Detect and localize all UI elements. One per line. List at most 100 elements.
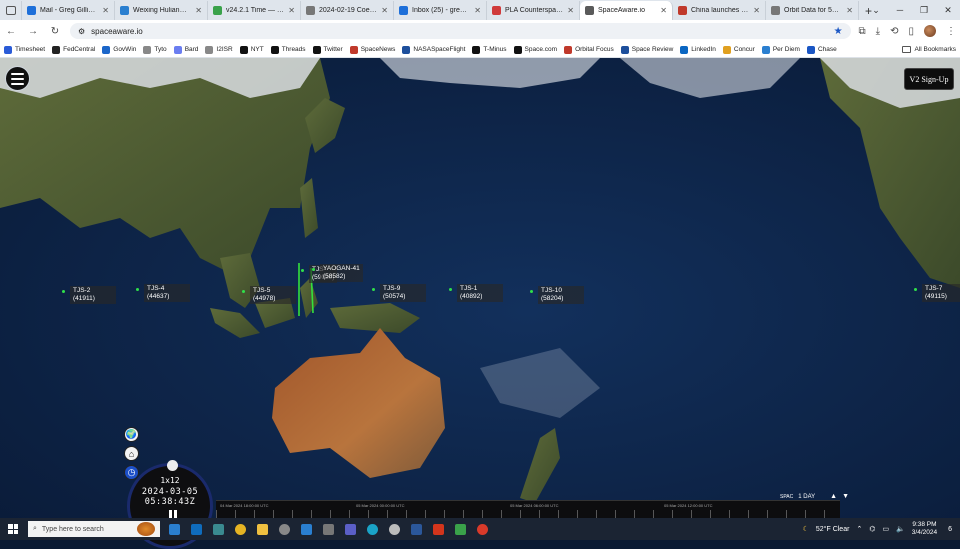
clock-area[interactable]: 9:38 PM 3/4/2024 [912, 521, 937, 537]
more-menu-icon[interactable]: ⋮ [946, 26, 956, 37]
side-panel-icon[interactable]: ▯ [908, 26, 914, 37]
teams-icon[interactable] [342, 521, 358, 537]
browser-tab[interactable]: Inbox (25) - gregory ✕ [394, 1, 487, 20]
forward-icon[interactable]: → [26, 24, 40, 38]
back-icon[interactable]: ← [4, 24, 18, 38]
satellite-marker[interactable]: TJS-7 (49115) [914, 284, 960, 302]
close-tab-icon[interactable]: ✕ [567, 6, 574, 15]
sharepoint-icon[interactable] [210, 521, 226, 537]
bookmark-item[interactable]: Timesheet [4, 45, 45, 54]
url-field[interactable]: ⚙ spaceaware.io ★ [70, 23, 851, 39]
outlook-icon[interactable] [188, 521, 204, 537]
satellite-marker[interactable]: TJS-5 (44978) [242, 286, 296, 304]
close-tab-icon[interactable]: ✕ [195, 6, 202, 15]
download-icon[interactable]: ⤓ [876, 26, 880, 37]
bookmark-item[interactable]: I2ISR [205, 45, 233, 54]
close-tab-icon[interactable]: ✕ [102, 6, 109, 15]
bookmark-item[interactable]: GovWin [102, 45, 136, 54]
chat-icon[interactable] [386, 521, 402, 537]
bookmark-item[interactable]: NYT [239, 45, 264, 54]
browser-tab[interactable]: SpaceAware.io ✕ [580, 1, 673, 20]
bookmark-item[interactable]: Space.com [513, 45, 557, 54]
windows-start-icon[interactable] [8, 524, 18, 534]
bookmark-item[interactable]: SpaceNews [349, 45, 395, 54]
timeline-bar[interactable]: 04 Mar 2024 18:00:00 UTC 05 Mar 2024 00:… [216, 500, 840, 518]
edge-icon[interactable] [364, 521, 380, 537]
browser-tab[interactable]: Orbit Data for 59020 ✕ [766, 1, 859, 20]
tab-actions-icon[interactable] [0, 1, 22, 20]
browser-tab[interactable]: Weixing Hulianwan C✕ [115, 1, 208, 20]
close-tab-icon[interactable]: ✕ [753, 6, 760, 15]
chrome-icon[interactable] [232, 521, 248, 537]
paint-icon[interactable] [452, 521, 468, 537]
browser-tab[interactable]: Mail - Greg Gillinger ✕ [22, 1, 115, 20]
bookmark-item[interactable]: LinkedIn [680, 45, 716, 54]
maximize-icon[interactable]: ❐ [912, 0, 936, 20]
chevron-down-icon[interactable]: ⌄ [864, 0, 888, 20]
satellite-marker[interactable]: TJS-10 (58204) [530, 286, 584, 304]
close-icon[interactable]: ✕ [936, 0, 960, 20]
weather-text[interactable]: 52°F Clear [816, 526, 850, 533]
v2-signup-button[interactable]: V2 Sign-Up [904, 68, 954, 90]
word-icon[interactable] [408, 521, 424, 537]
photos-icon[interactable] [298, 521, 314, 537]
bookmark-item[interactable]: Orbital Focus [564, 45, 614, 54]
task-view-icon[interactable] [166, 521, 182, 537]
satellite-marker[interactable]: TJS-2 (41911) [62, 286, 116, 304]
close-tab-icon[interactable]: ✕ [846, 6, 853, 15]
bookmark-item[interactable]: T-Minus [472, 45, 507, 54]
close-tab-icon[interactable]: ✕ [474, 6, 481, 15]
bookmark-item[interactable]: Space Review [620, 45, 673, 54]
bookmark-item[interactable]: Twitter [312, 45, 343, 54]
acrobat-icon[interactable] [430, 521, 446, 537]
file-explorer-icon[interactable] [254, 521, 270, 537]
bookmark-item[interactable]: Threads [270, 45, 306, 54]
globe-map[interactable]: TJS-2 (41911) TJS-4 (44637) TJS-5 (44978) TJS-… [0, 58, 960, 518]
satellite-marker[interactable]: TJS-4 (44637) [136, 284, 190, 302]
profile-avatar[interactable] [924, 25, 936, 37]
browser-tab[interactable]: 2024-02-19 Coerciv ✕ [301, 1, 394, 20]
bookmark-label: Twitter [323, 46, 343, 53]
bookmark-item[interactable]: Chase [806, 45, 837, 54]
site-info-icon[interactable]: ⚙ [78, 27, 85, 36]
browser-tab[interactable]: China launches class ✕ [673, 1, 766, 20]
display-icon[interactable]: ▭ [882, 525, 889, 533]
bookmark-star-icon[interactable]: ★ [834, 26, 843, 37]
satellite-marker[interactable]: TJS-1 (40892) [449, 284, 503, 302]
bookmark-item[interactable]: Concur [722, 45, 755, 54]
reload-icon[interactable]: ↻ [48, 24, 62, 38]
minimize-icon[interactable]: ─ [888, 0, 912, 20]
satellite-marker[interactable]: TJS-9 (50574) [372, 284, 426, 302]
main-menu-button[interactable] [5, 66, 30, 91]
bookmark-item[interactable]: Per Diem [761, 45, 800, 54]
bookmark-item[interactable]: Bard [173, 45, 198, 54]
notification-badge[interactable]: 6 [944, 526, 956, 533]
chevron-up-icon[interactable]: ⌃ [856, 525, 862, 533]
close-tab-icon[interactable]: ✕ [288, 6, 295, 15]
home-icon[interactable]: ⌂ [124, 446, 139, 461]
network-icon[interactable]: ⌬ [869, 525, 875, 533]
browser-tab[interactable]: PLA Counterspace C✕ [487, 1, 580, 20]
satellite-name: TJS-9 [383, 285, 401, 292]
close-tab-icon[interactable]: ✕ [381, 6, 388, 15]
satellite-marker[interactable]: YAOGAN-41 (58582) [312, 264, 363, 282]
all-bookmarks[interactable]: All Bookmarks [902, 46, 956, 53]
satellite-label: TJS-7 (49115) [922, 284, 960, 302]
extensions-icon[interactable]: ⧉ [859, 26, 866, 37]
globe-icon[interactable]: 🌍 [124, 427, 139, 442]
bookmark-item[interactable]: Tyto [143, 45, 167, 54]
media-icon[interactable] [276, 521, 292, 537]
satellite-label: TJS-2 (41911) [70, 286, 116, 304]
speaker-icon[interactable]: 🔈 [896, 525, 905, 533]
bookmark-item[interactable]: NASASpaceFlight [402, 45, 465, 54]
taskbar-search[interactable]: ⌕ Type here to search [28, 521, 160, 537]
bookmark-item[interactable]: FedCentral [52, 45, 95, 54]
zoom-in-icon[interactable]: ▲ [830, 493, 837, 500]
calculator-icon[interactable] [320, 521, 336, 537]
speed-knob[interactable] [167, 460, 178, 471]
chrome-alt-icon[interactable] [474, 521, 490, 537]
history-icon[interactable]: ⟲ [890, 26, 898, 37]
close-tab-icon[interactable]: ✕ [660, 6, 667, 15]
zoom-out-icon[interactable]: ▼ [842, 493, 849, 500]
browser-tab[interactable]: v24.2.1 Time — Time ✕ [208, 1, 301, 20]
